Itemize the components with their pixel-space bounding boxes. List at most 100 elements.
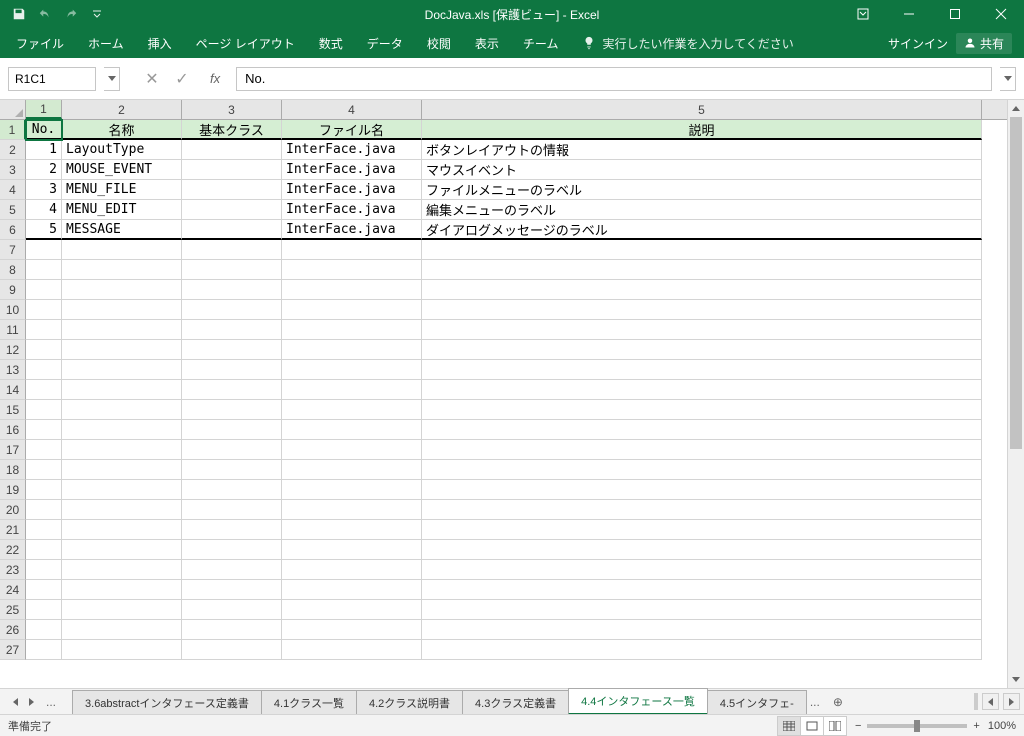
- column-header[interactable]: 3: [182, 100, 282, 119]
- row-header[interactable]: 22: [0, 540, 26, 560]
- hscroll-right[interactable]: [1003, 693, 1020, 710]
- vertical-scrollbar[interactable]: [1007, 100, 1024, 688]
- cell[interactable]: [26, 500, 62, 520]
- cell[interactable]: [282, 540, 422, 560]
- ribbon-tab-3[interactable]: ページ レイアウト: [184, 28, 307, 58]
- name-box-dropdown[interactable]: [104, 67, 120, 91]
- cell[interactable]: 5: [26, 220, 62, 240]
- column-header[interactable]: 5: [422, 100, 982, 119]
- row-header[interactable]: 23: [0, 560, 26, 580]
- cell[interactable]: ボタンレイアウトの情報: [422, 140, 982, 160]
- cell[interactable]: [422, 600, 982, 620]
- cell[interactable]: [282, 640, 422, 660]
- sheet-tab[interactable]: 4.4インタフェース一覧: [568, 688, 708, 715]
- row-header[interactable]: 17: [0, 440, 26, 460]
- cell[interactable]: [26, 620, 62, 640]
- cancel-formula-button[interactable]: ✕: [140, 67, 164, 91]
- cell[interactable]: [62, 320, 182, 340]
- sheet-tab[interactable]: 3.6abstractインタフェース定義書: [72, 690, 262, 715]
- cell[interactable]: 編集メニューのラベル: [422, 200, 982, 220]
- redo-button[interactable]: [60, 3, 82, 25]
- enter-formula-button[interactable]: ✓: [170, 67, 194, 91]
- cell[interactable]: [282, 560, 422, 580]
- cell[interactable]: [282, 260, 422, 280]
- cell[interactable]: [26, 400, 62, 420]
- cell[interactable]: [26, 260, 62, 280]
- ribbon-tab-7[interactable]: 表示: [463, 28, 511, 58]
- cell[interactable]: 1: [26, 140, 62, 160]
- hscroll-left[interactable]: [982, 693, 999, 710]
- column-header[interactable]: 4: [282, 100, 422, 119]
- cell[interactable]: [182, 240, 282, 260]
- cell[interactable]: [182, 560, 282, 580]
- cell[interactable]: [182, 260, 282, 280]
- cell[interactable]: InterFace.java: [282, 140, 422, 160]
- cell[interactable]: [26, 600, 62, 620]
- cell[interactable]: [422, 580, 982, 600]
- tab-nav-more[interactable]: ...: [46, 695, 56, 709]
- ribbon-tab-6[interactable]: 校閲: [415, 28, 463, 58]
- close-button[interactable]: [978, 0, 1024, 28]
- row-header[interactable]: 25: [0, 600, 26, 620]
- cell[interactable]: InterFace.java: [282, 160, 422, 180]
- cell[interactable]: [182, 440, 282, 460]
- cell[interactable]: [422, 480, 982, 500]
- cell[interactable]: [422, 380, 982, 400]
- cell[interactable]: 3: [26, 180, 62, 200]
- scroll-up-button[interactable]: [1008, 100, 1024, 117]
- row-header[interactable]: 13: [0, 360, 26, 380]
- select-all-corner[interactable]: [0, 100, 26, 119]
- cell[interactable]: [282, 240, 422, 260]
- cell[interactable]: [26, 560, 62, 580]
- cell[interactable]: [422, 540, 982, 560]
- cell[interactable]: [62, 500, 182, 520]
- cell[interactable]: [62, 360, 182, 380]
- cell[interactable]: [26, 380, 62, 400]
- cell[interactable]: [182, 300, 282, 320]
- cell[interactable]: [182, 220, 282, 240]
- cell[interactable]: [422, 240, 982, 260]
- row-header[interactable]: 5: [0, 200, 26, 220]
- cell[interactable]: [62, 260, 182, 280]
- cell[interactable]: [62, 640, 182, 660]
- row-header[interactable]: 21: [0, 520, 26, 540]
- tab-split-handle[interactable]: [974, 693, 978, 710]
- cell[interactable]: [182, 620, 282, 640]
- cell[interactable]: [282, 340, 422, 360]
- cell[interactable]: [182, 180, 282, 200]
- cell[interactable]: [62, 380, 182, 400]
- cell[interactable]: [182, 640, 282, 660]
- cell[interactable]: [26, 440, 62, 460]
- row-header[interactable]: 27: [0, 640, 26, 660]
- cell[interactable]: [182, 280, 282, 300]
- ribbon-tab-0[interactable]: ファイル: [4, 28, 76, 58]
- cell[interactable]: MENU_EDIT: [62, 200, 182, 220]
- sheet-tab[interactable]: 4.1クラス一覧: [261, 690, 357, 715]
- cell[interactable]: 名称: [62, 120, 182, 140]
- cell[interactable]: [182, 380, 282, 400]
- ribbon-tab-4[interactable]: 数式: [307, 28, 355, 58]
- formula-input[interactable]: No.: [236, 67, 992, 91]
- cell[interactable]: [422, 440, 982, 460]
- row-header[interactable]: 15: [0, 400, 26, 420]
- cell[interactable]: [422, 400, 982, 420]
- cell[interactable]: [422, 340, 982, 360]
- cell[interactable]: [62, 280, 182, 300]
- row-header[interactable]: 1: [0, 120, 26, 140]
- cell[interactable]: 基本クラス: [182, 120, 282, 140]
- cell[interactable]: [62, 600, 182, 620]
- cell[interactable]: MOUSE_EVENT: [62, 160, 182, 180]
- row-header[interactable]: 18: [0, 460, 26, 480]
- sheet-tab[interactable]: 4.3クラス定義書: [462, 690, 569, 715]
- ribbon-tab-1[interactable]: ホーム: [76, 28, 136, 58]
- cell[interactable]: [26, 320, 62, 340]
- ribbon-tab-2[interactable]: 挿入: [136, 28, 184, 58]
- row-header[interactable]: 2: [0, 140, 26, 160]
- cell[interactable]: [422, 500, 982, 520]
- minimize-button[interactable]: [886, 0, 932, 28]
- fx-icon[interactable]: fx: [210, 71, 220, 86]
- column-header[interactable]: 1: [26, 100, 62, 119]
- row-header[interactable]: 12: [0, 340, 26, 360]
- name-box[interactable]: R1C1: [8, 67, 96, 91]
- cell[interactable]: [282, 280, 422, 300]
